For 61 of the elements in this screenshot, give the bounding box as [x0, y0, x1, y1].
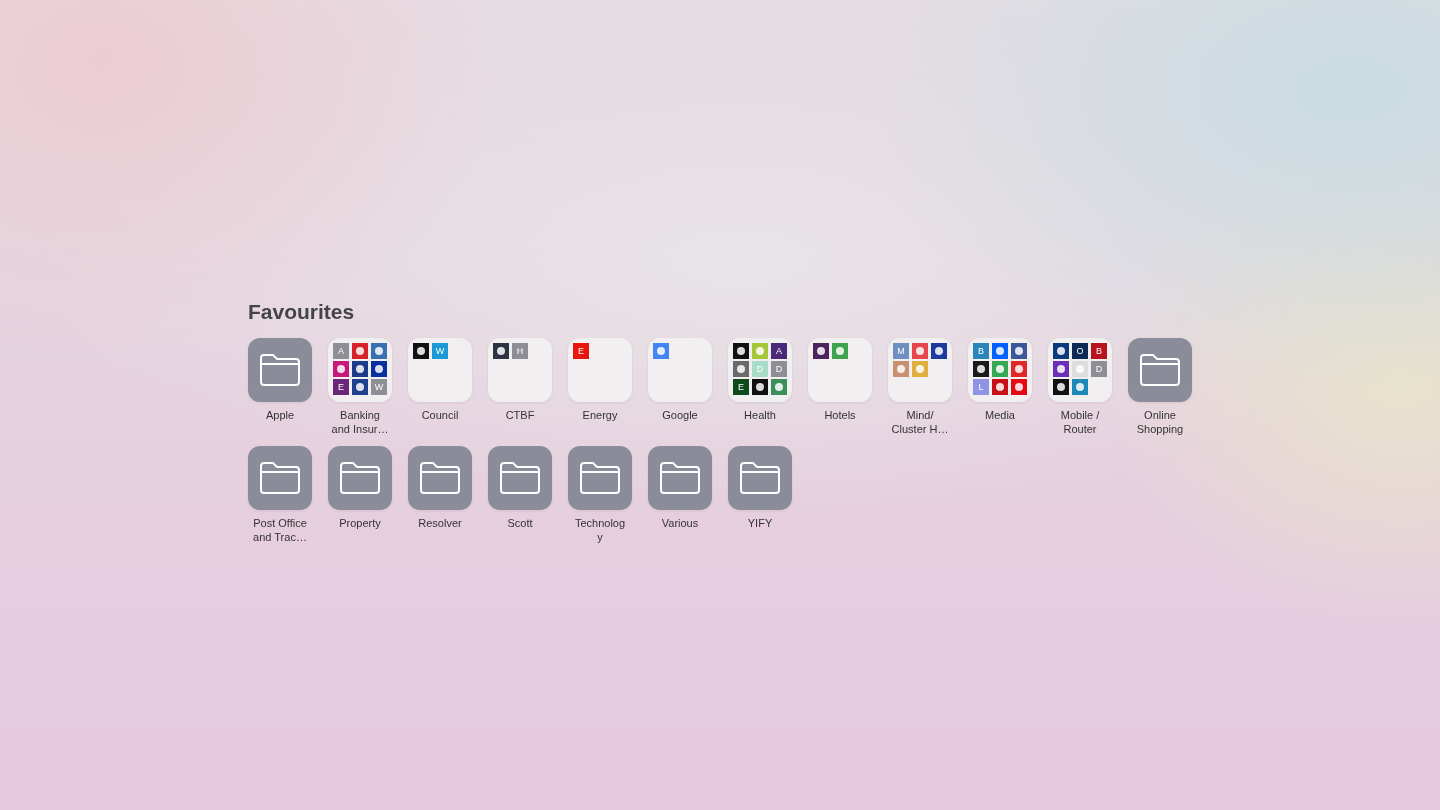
favourite-label[interactable]: Resolver — [400, 516, 480, 530]
favourite-label[interactable]: Hotels — [800, 408, 880, 422]
folder-icon — [658, 460, 702, 496]
site-icon: A — [333, 343, 349, 359]
site-icon: W — [371, 379, 387, 395]
site-icon: D — [771, 361, 787, 377]
site-icon: D — [1091, 361, 1107, 377]
folder-tile[interactable] — [248, 338, 312, 402]
folder-tile[interactable] — [328, 446, 392, 510]
site-icon: L — [973, 379, 989, 395]
bookmark-group-tile[interactable]: B L — [968, 338, 1032, 402]
bookmark-group-tile[interactable]: A E W — [328, 338, 392, 402]
site-icon: E — [573, 343, 589, 359]
favourite-label[interactable]: Banking and Insur… — [320, 408, 400, 436]
folder-icon — [258, 352, 302, 388]
favourite-label[interactable]: Online Shopping — [1120, 408, 1200, 436]
site-icon: E — [733, 379, 749, 395]
site-icon: H — [512, 343, 528, 359]
folder-icon — [498, 460, 542, 496]
folder-icon — [338, 460, 382, 496]
favourite-label[interactable]: Apple — [240, 408, 320, 422]
folder-tile[interactable] — [728, 446, 792, 510]
site-icon: A — [771, 343, 787, 359]
folder-icon — [738, 460, 782, 496]
site-icon: M — [893, 343, 909, 359]
favourite-label[interactable]: YIFY — [720, 516, 800, 530]
favourite-label[interactable]: CTBF — [480, 408, 560, 422]
favourite-label[interactable]: Energy — [560, 408, 640, 422]
folder-icon — [1138, 352, 1182, 388]
favourite-label[interactable]: Post Office and Trac… — [240, 516, 320, 544]
folder-icon — [578, 460, 622, 496]
folder-tile[interactable] — [488, 446, 552, 510]
site-icon: O — [1072, 343, 1088, 359]
folder-icon — [258, 460, 302, 496]
favourite-label[interactable]: Scott — [480, 516, 560, 530]
bookmark-group-tile[interactable] — [808, 338, 872, 402]
favourite-label[interactable]: Council — [400, 408, 480, 422]
folder-tile[interactable] — [248, 446, 312, 510]
bookmark-group-tile[interactable]: O B D — [1048, 338, 1112, 402]
favourite-label[interactable]: Mind/ Cluster H… — [880, 408, 960, 436]
site-icon: W — [432, 343, 448, 359]
folder-tile[interactable] — [1128, 338, 1192, 402]
site-icon: B — [973, 343, 989, 359]
folder-tile[interactable] — [648, 446, 712, 510]
folder-tile[interactable] — [408, 446, 472, 510]
site-icon: B — [1091, 343, 1107, 359]
favourite-label[interactable]: Property — [320, 516, 400, 530]
favourite-label[interactable]: Various — [640, 516, 720, 530]
site-icon: E — [333, 379, 349, 395]
favourite-label[interactable]: Technolog y — [560, 516, 640, 544]
favourite-label[interactable]: Health — [720, 408, 800, 422]
section-title: Favourites — [248, 300, 356, 324]
site-icon: D — [752, 361, 768, 377]
bookmark-group-tile[interactable]: E — [568, 338, 632, 402]
favourite-label[interactable]: Media — [960, 408, 1040, 422]
bookmark-group-tile[interactable] — [648, 338, 712, 402]
bookmark-group-tile[interactable]: A D D E — [728, 338, 792, 402]
folder-icon — [418, 460, 462, 496]
favourite-label[interactable]: Mobile / Router — [1040, 408, 1120, 436]
folder-tile[interactable] — [568, 446, 632, 510]
favourite-label[interactable]: Google — [640, 408, 720, 422]
